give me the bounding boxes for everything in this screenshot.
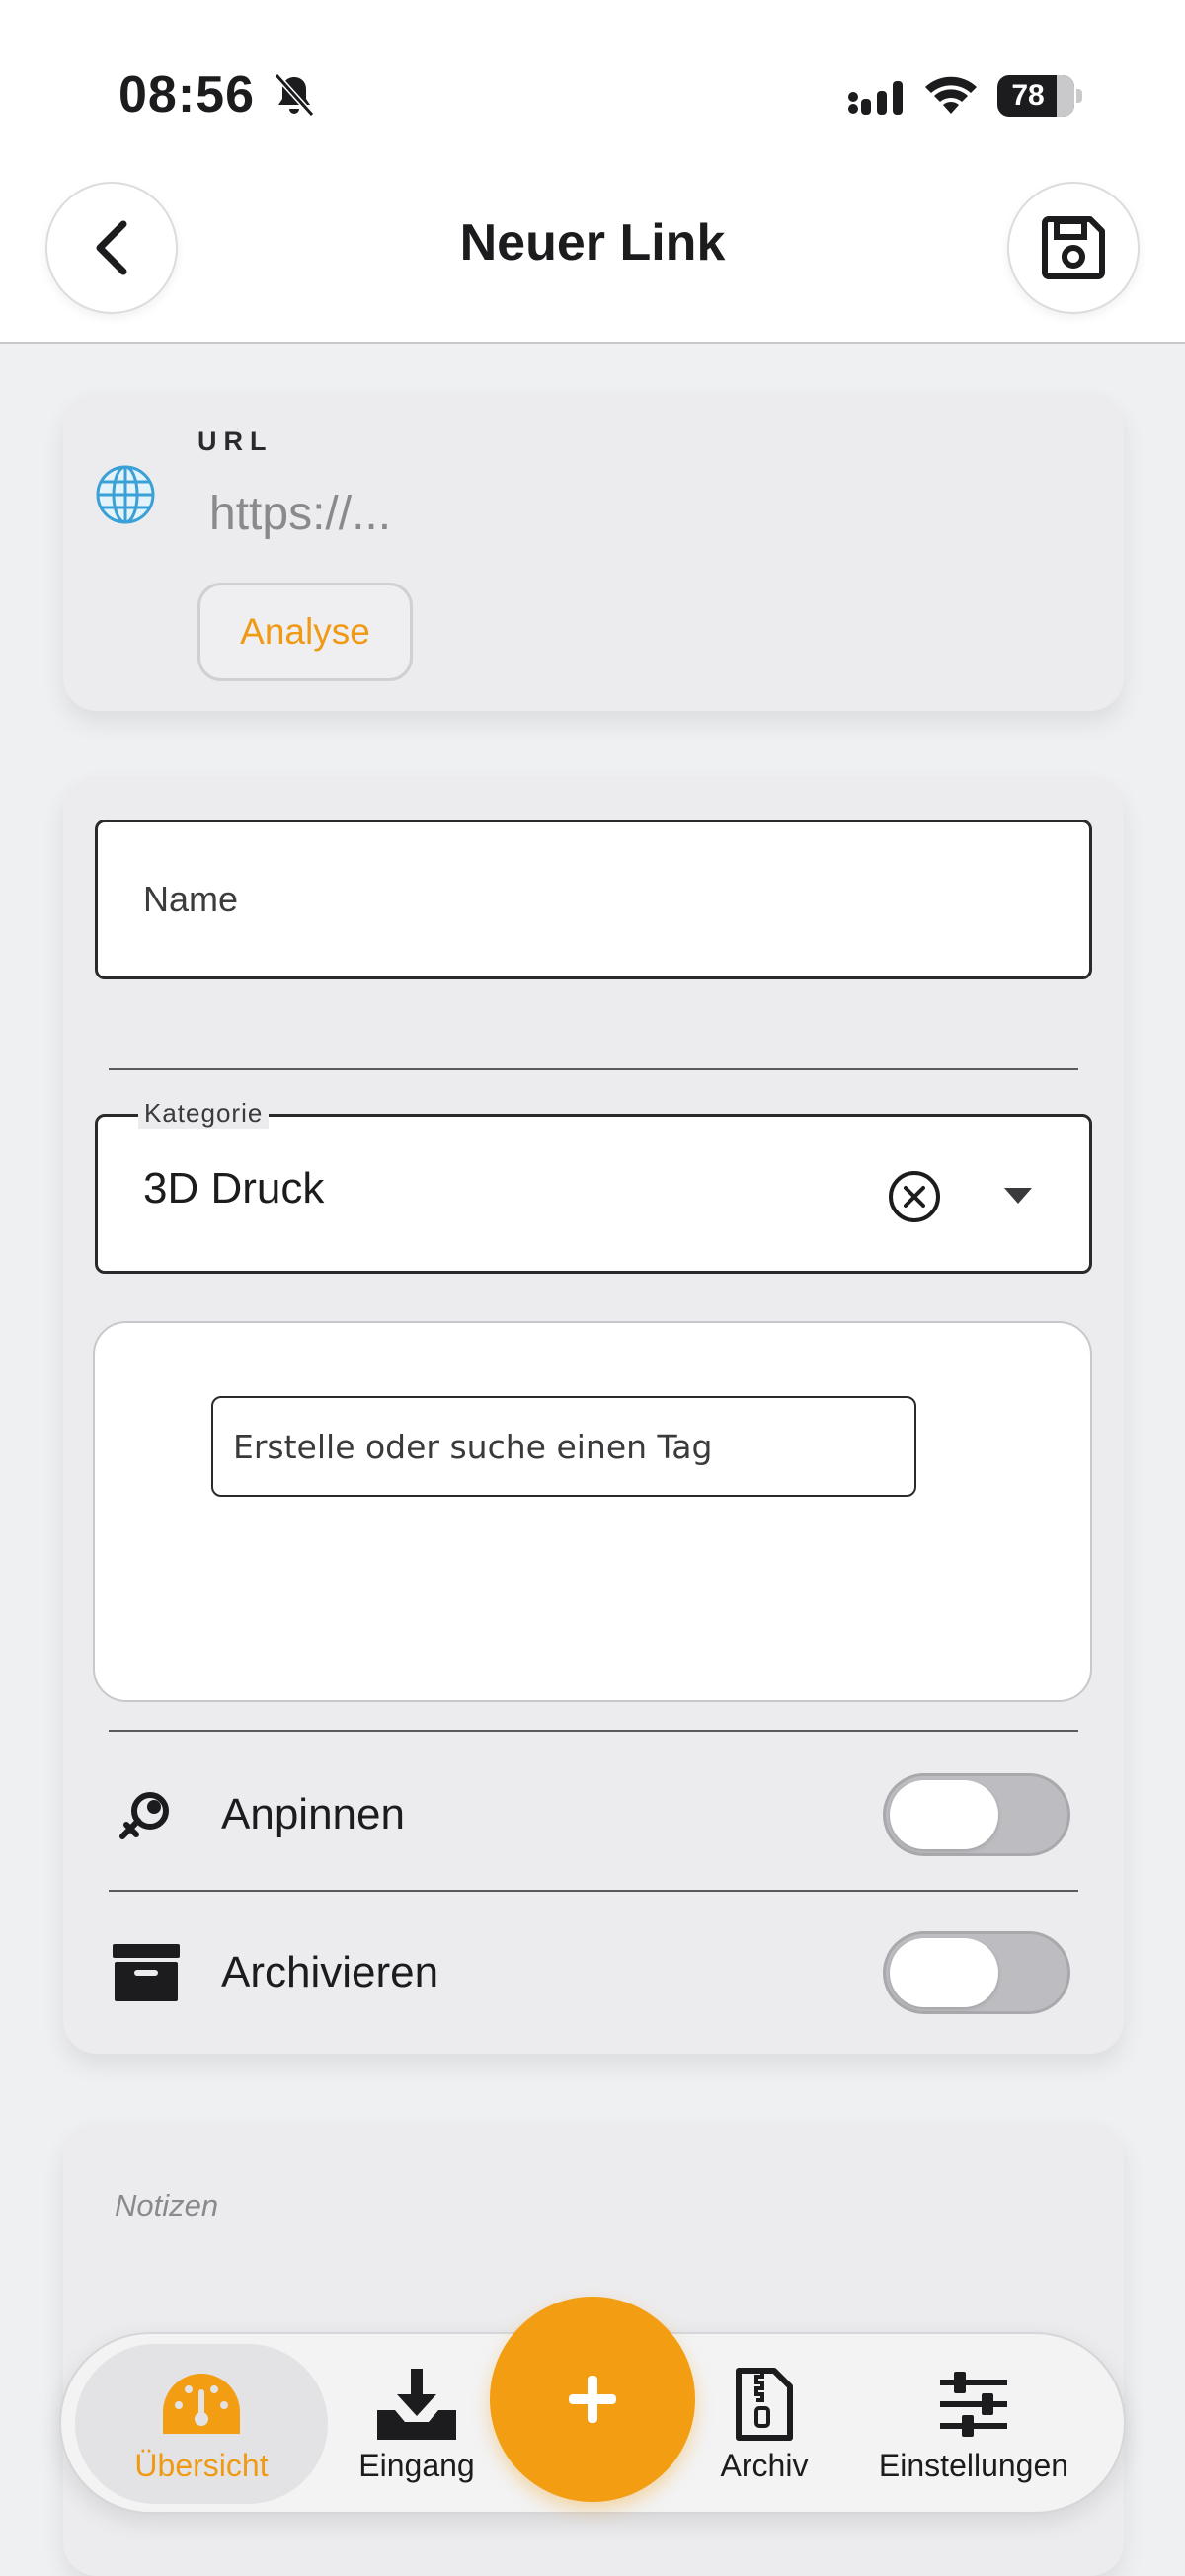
battery-level: 78 — [1011, 79, 1045, 112]
cellular-signal-icon — [848, 81, 903, 115]
category-value: 3D Druck — [143, 1164, 325, 1212]
pin-icon — [109, 1780, 184, 1849]
divider — [109, 1730, 1078, 1732]
save-button[interactable] — [1007, 182, 1140, 314]
dashboard-icon — [157, 2365, 246, 2444]
name-field[interactable] — [95, 820, 1092, 979]
zip-file-icon — [720, 2365, 809, 2444]
floppy-disk-icon — [1042, 216, 1105, 279]
globe-icon — [96, 465, 155, 524]
inbox-download-icon — [372, 2365, 461, 2444]
pin-label: Anpinnen — [221, 1790, 405, 1838]
nav-label-uebersicht: Übersicht — [134, 2447, 269, 2483]
notes-label: Notizen — [115, 2188, 219, 2223]
url-label: URL — [198, 427, 274, 456]
pin-row: Anpinnen — [109, 1736, 1078, 1894]
pin-toggle[interactable] — [883, 1773, 1070, 1856]
tags-box — [93, 1321, 1092, 1702]
tag-search-input[interactable] — [211, 1396, 916, 1497]
wifi-icon — [925, 76, 977, 114]
caret-down-icon[interactable] — [1000, 1182, 1036, 1210]
status-time: 08:56 — [118, 66, 255, 123]
nav-item-eingang[interactable]: Eingang — [328, 2344, 506, 2504]
nav-label-einstellungen: Einstellungen — [878, 2447, 1069, 2483]
archive-label: Archivieren — [221, 1948, 439, 1996]
battery-icon: 78 — [997, 75, 1082, 117]
plus-icon — [569, 2376, 616, 2423]
analyse-button[interactable]: Analyse — [198, 583, 413, 681]
add-link-fab[interactable] — [490, 2297, 695, 2502]
clear-circle-icon[interactable] — [886, 1168, 943, 1225]
divider — [109, 1068, 1078, 1070]
nav-label-archiv: Archiv — [720, 2447, 809, 2483]
nav-item-uebersicht[interactable]: Übersicht — [75, 2344, 328, 2504]
url-card: URL Analyse — [63, 393, 1124, 711]
bell-muted-icon — [274, 72, 315, 117]
nav-label-eingang: Eingang — [358, 2447, 475, 2483]
archive-row: Archivieren — [109, 1894, 1078, 2052]
divider — [109, 1890, 1078, 1892]
archive-toggle[interactable] — [883, 1931, 1070, 2014]
category-select[interactable]: 3D Druck — [95, 1114, 1092, 1274]
form-card: 3D Druck Kategorie Anpinnen — [63, 776, 1124, 2054]
url-input[interactable] — [198, 474, 1066, 553]
name-input[interactable] — [98, 822, 1089, 976]
archive-box-icon — [109, 1938, 184, 2007]
category-label: Kategorie — [138, 1098, 270, 1129]
nav-item-einstellungen[interactable]: Einstellungen — [843, 2344, 1104, 2504]
nav-item-archiv[interactable]: Archiv — [685, 2344, 843, 2504]
app-header: Neuer Link — [0, 148, 1185, 344]
sliders-icon — [929, 2365, 1018, 2444]
